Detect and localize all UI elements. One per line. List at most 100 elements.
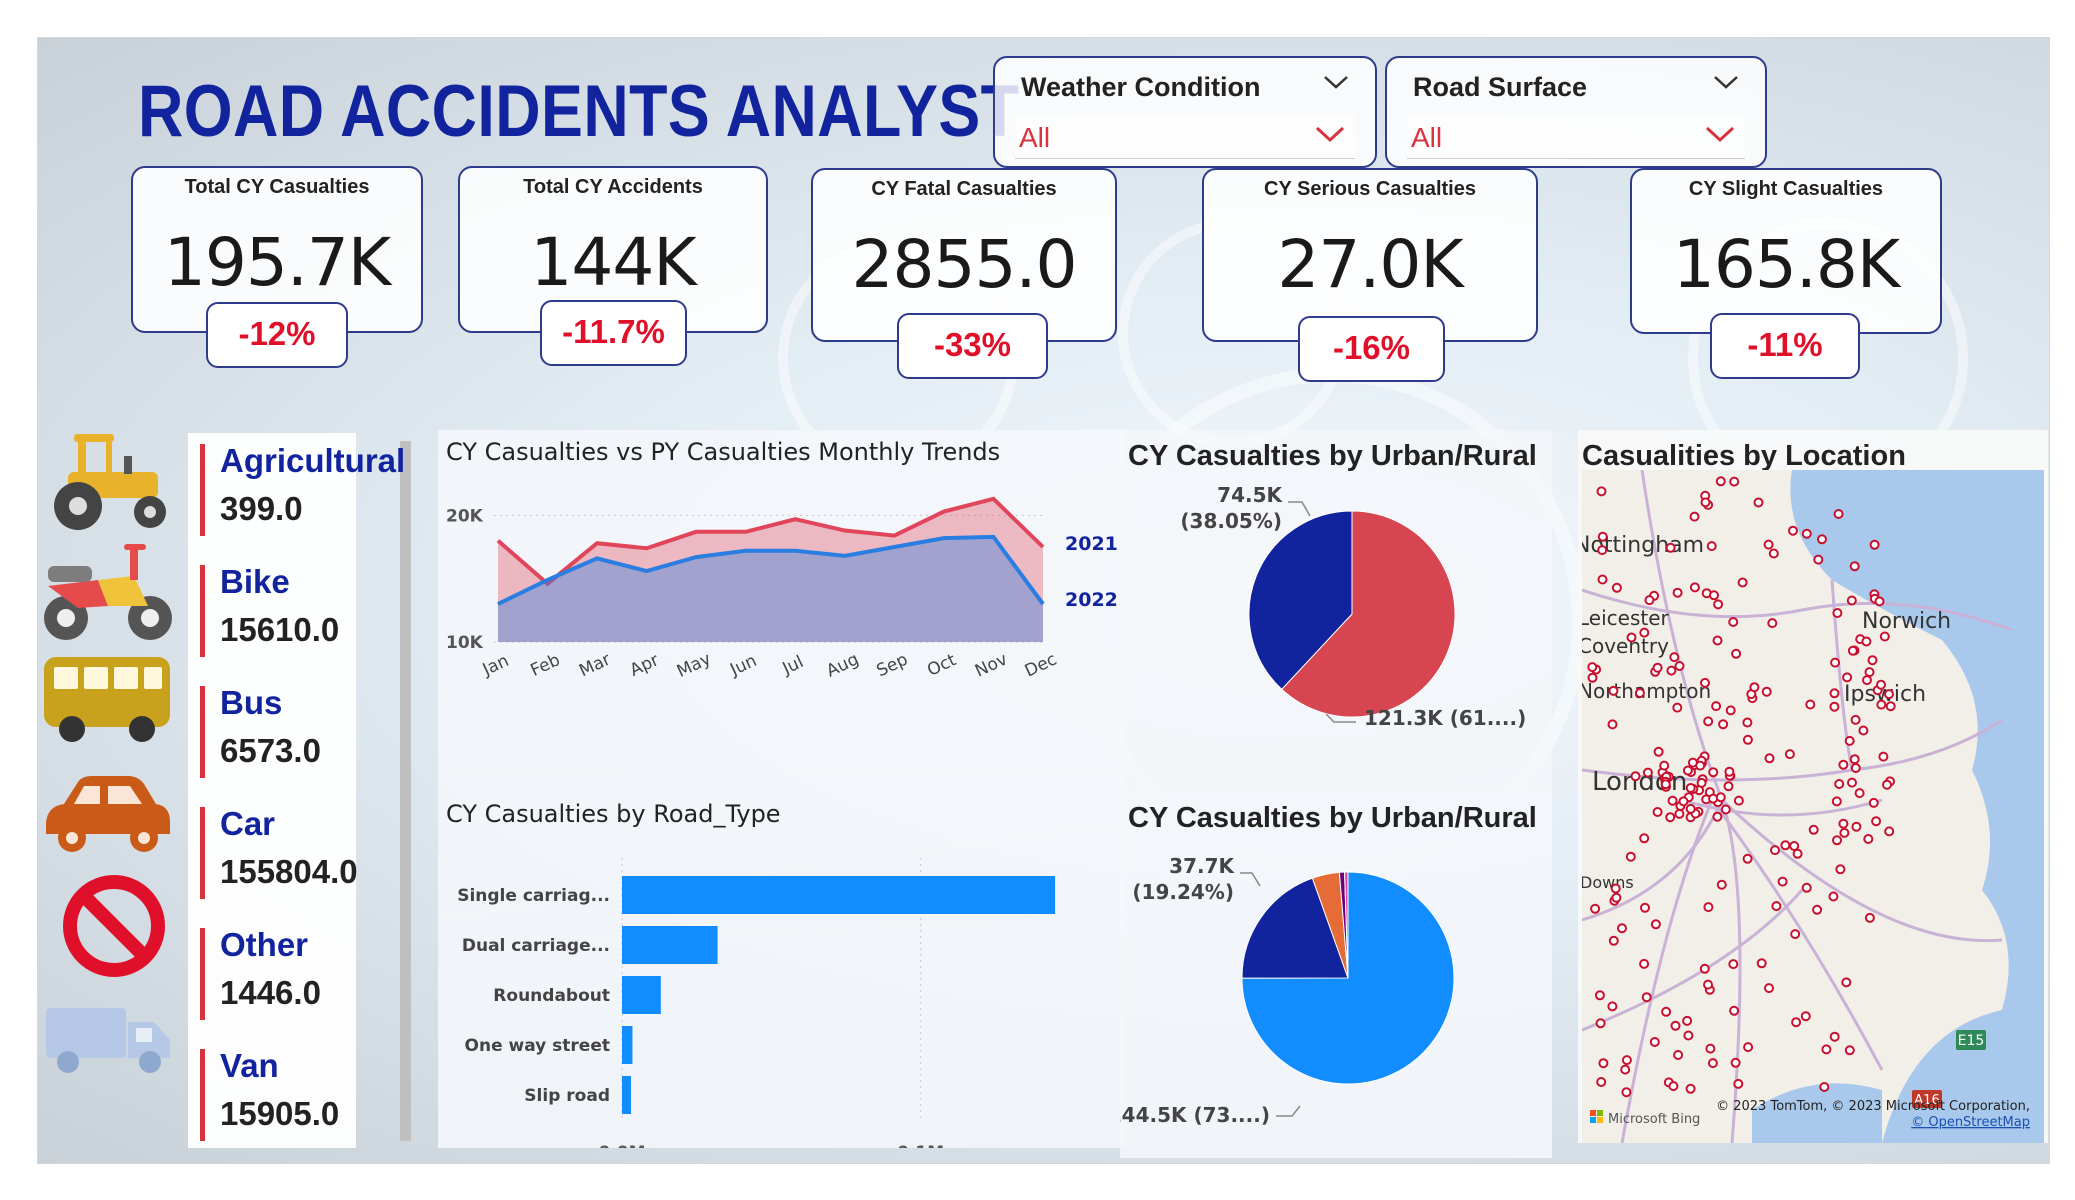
kpi-title: Total CY Accidents: [523, 176, 703, 198]
map-marker: [1729, 1005, 1740, 1016]
map-marker: [1817, 534, 1827, 545]
x-tick-label: Mar: [576, 650, 614, 682]
vehicle-item-car[interactable]: Car 155804.0: [200, 805, 380, 901]
bar-category-label: Single carriag...: [457, 886, 610, 906]
map-marker: [1874, 596, 1885, 607]
vehicle-value: 6573.0: [220, 732, 321, 769]
map-place-label: Coventry: [1582, 634, 1669, 658]
map-marker: [1653, 746, 1664, 757]
vehicle-item-bus[interactable]: Bus 6573.0: [200, 684, 380, 780]
road-surface-filter[interactable]: Road Surface All: [1385, 56, 1767, 168]
map-marker: [1712, 811, 1723, 822]
map-marker: [1830, 657, 1841, 668]
map-marker: [1724, 766, 1735, 777]
map-marker: [1849, 561, 1860, 572]
map-marker: [1858, 725, 1869, 736]
map-marker: [1742, 853, 1753, 864]
map-marker: [1749, 682, 1760, 693]
x-tick-label: Feb: [528, 650, 564, 681]
leader-line: [1288, 501, 1311, 517]
chart-title: Casualities by Location: [1582, 440, 1906, 472]
map-marker: [1833, 509, 1844, 519]
monthly-trend-chart[interactable]: CY Casualties vs PY Casualties Monthly T…: [438, 430, 1126, 770]
vehicle-item-bike[interactable]: Bike 15610.0: [200, 563, 380, 659]
vehicle-item-van[interactable]: Van 15905.0: [200, 1047, 380, 1143]
road-type-chart[interactable]: CY Casualties by Road_Type 0.0M0.1MSingl…: [438, 768, 1126, 1148]
urban-rural-pie-1[interactable]: CY Casualties by Urban/Rural 74.5K (38.05…: [1120, 430, 1552, 790]
bing-logo-square: [1590, 1117, 1596, 1123]
urban-rural-pie-2[interactable]: CY Casualties by Urban/Rural 37.7K (19.24…: [1120, 788, 1552, 1158]
vehicle-item-agricultural[interactable]: Agricultural 399.0: [200, 442, 405, 538]
filter-dropdown[interactable]: All: [1015, 116, 1355, 159]
location-map-panel[interactable]: Casualities by Location Nottingham Norwic…: [1578, 430, 2048, 1143]
map-marker: [1700, 677, 1710, 688]
vehicle-list-scrollbar[interactable]: [400, 441, 411, 1141]
map-marker: [1685, 783, 1696, 793]
map-marker: [1620, 1064, 1631, 1075]
weather-condition-filter[interactable]: Weather Condition All: [993, 56, 1377, 168]
vehicle-accent-bar: [200, 807, 205, 899]
bing-logo-square: [1597, 1110, 1603, 1116]
pie-chart-svg[interactable]: 37.7K(19.24%) 144.5K (73....): [1120, 788, 1552, 1158]
map-marker: [1711, 701, 1722, 712]
map-view[interactable]: NottinghamNorwichLeicesterCoventryNortha…: [1582, 470, 2044, 1143]
map-marker: [1831, 796, 1842, 807]
map-marker: [1715, 792, 1726, 803]
map-marker: [1764, 983, 1774, 994]
chevron-down-icon[interactable]: [1313, 122, 1347, 146]
map-marker: [1597, 545, 1608, 556]
map-marker: [1673, 1050, 1684, 1060]
trend-chart-svg[interactable]: 10K 20K 2021 2022 Jan Feb Mar Apr May Jun Jul Aug Se…: [438, 430, 1126, 770]
vehicle-item-other[interactable]: Other 1446.0: [200, 926, 380, 1022]
map-provider: Microsoft Bing: [1608, 1112, 1700, 1127]
map-marker: [1844, 1045, 1855, 1056]
vehicle-value: 399.0: [220, 490, 303, 527]
vehicle-value: 1446.0: [220, 974, 321, 1011]
map-marker: [1743, 1042, 1754, 1053]
chevron-down-icon[interactable]: [1321, 72, 1351, 92]
data-label: 144.5K (73....): [1120, 1103, 1270, 1127]
chevron-down-icon[interactable]: [1703, 122, 1737, 146]
map-marker: [1685, 1083, 1696, 1094]
map-marker: [1788, 525, 1798, 536]
vehicle-name: Van: [220, 1047, 279, 1084]
kpi-change-badge: -11%: [1710, 313, 1860, 379]
leader-line: [1276, 1105, 1301, 1117]
map-marker: [1829, 688, 1840, 699]
map-marker: [1876, 699, 1887, 710]
map-marker: [1594, 990, 1605, 1001]
kpi-value: 165.8K: [1672, 226, 1900, 303]
filter-dropdown[interactable]: All: [1407, 116, 1745, 159]
map-marker: [1665, 812, 1676, 823]
chevron-down-icon[interactable]: [1711, 72, 1741, 92]
map-attribution-link: © OpenStreetMap: [1911, 1115, 2030, 1130]
map-marker: [1668, 1081, 1679, 1092]
kpi-change-badge: -11.7%: [540, 300, 687, 366]
map-marker: [1821, 1044, 1832, 1055]
map-marker: [1625, 851, 1636, 862]
map-marker: [1742, 734, 1753, 745]
map-marker: [1597, 574, 1608, 585]
map-marker: [1737, 577, 1748, 588]
map-marker: [1641, 992, 1652, 1003]
map-marker: [1595, 1018, 1606, 1029]
road-shield-label: E15: [1958, 1033, 1985, 1049]
bar: [622, 1026, 633, 1064]
pie-chart-svg[interactable]: 74.5K(38.05%) 121.3K (61....): [1120, 430, 1552, 790]
map-marker: [1674, 808, 1685, 819]
road-type-chart-svg[interactable]: 0.0M 0.1M Single carriag... Dual carriage..…: [438, 768, 1126, 1148]
map-marker: [1607, 1001, 1618, 1012]
map-marker: [1608, 935, 1619, 946]
map-marker: [1792, 848, 1803, 859]
map-marker: [1850, 714, 1861, 725]
filter-label: Weather Condition: [1021, 72, 1261, 102]
map-marker: [1700, 497, 1711, 508]
bus-icon: [44, 657, 170, 742]
map-marker: [1639, 833, 1650, 844]
filter-value: All: [1019, 122, 1051, 153]
map-marker: [1610, 883, 1621, 894]
x-tick-label: Jul: [779, 652, 807, 679]
kpi-title: CY Serious Casualties: [1264, 178, 1476, 200]
series-label: 2021: [1065, 533, 1118, 555]
map-marker: [1851, 821, 1862, 832]
